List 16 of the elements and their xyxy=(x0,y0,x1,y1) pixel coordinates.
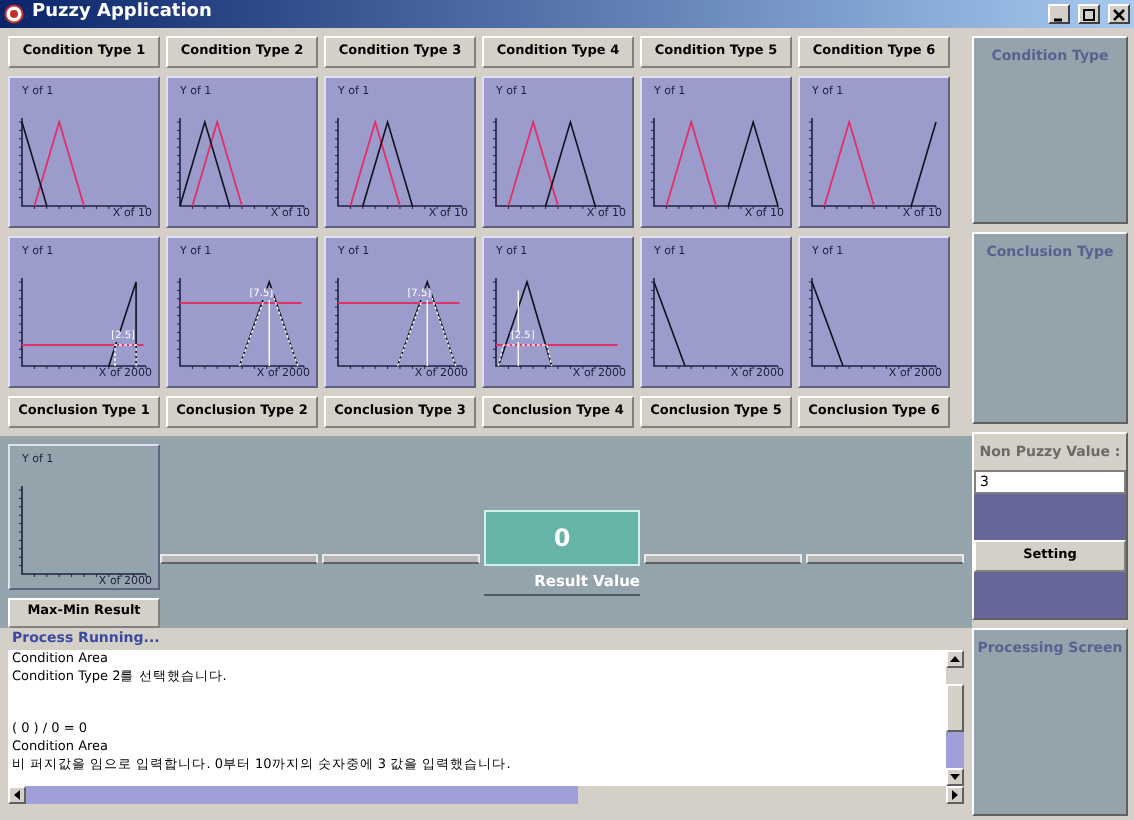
vertical-scrollbar[interactable] xyxy=(946,650,964,786)
window-title: Puzzy Application xyxy=(32,0,214,27)
scroll-down-icon[interactable] xyxy=(946,768,964,786)
scroll-left-icon[interactable] xyxy=(8,786,26,804)
close-icon xyxy=(1112,7,1126,21)
scrollbar-thumb[interactable] xyxy=(946,684,964,732)
horizontal-scrollbar[interactable] xyxy=(8,786,964,804)
scrollbar-thumb[interactable] xyxy=(26,786,578,804)
app-icon xyxy=(4,4,24,24)
maximize-button[interactable] xyxy=(1078,4,1100,24)
result-value-display: 0 xyxy=(484,509,640,566)
scroll-up-icon[interactable] xyxy=(946,650,964,668)
maximize-icon xyxy=(1082,7,1096,21)
close-button[interactable] xyxy=(1108,4,1130,24)
minimize-button[interactable] xyxy=(1048,4,1070,24)
scroll-right-icon[interactable] xyxy=(946,786,964,804)
